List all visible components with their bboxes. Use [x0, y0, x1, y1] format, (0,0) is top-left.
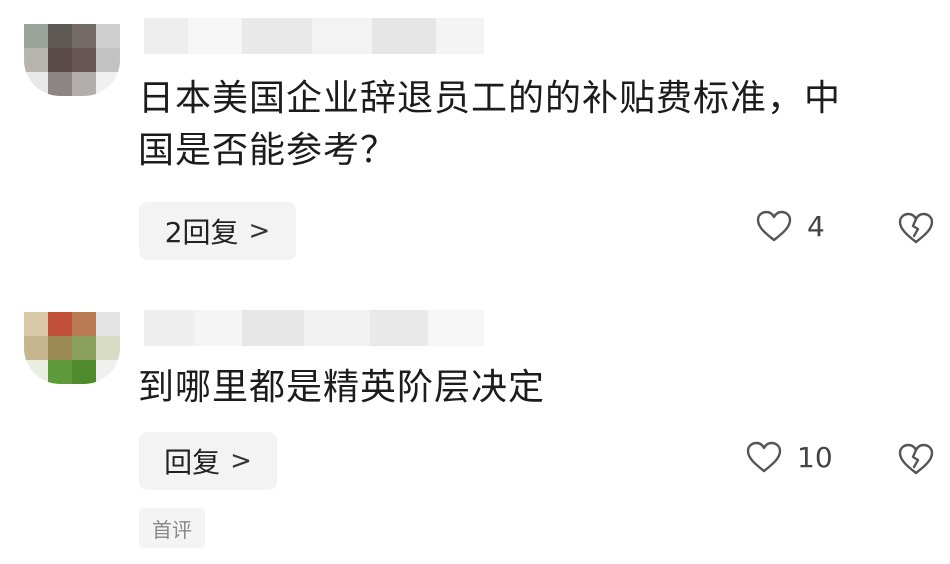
like-button[interactable]: 10	[745, 440, 833, 474]
dislike-button[interactable]	[897, 442, 935, 480]
comment-text-line: 日本美国企业辞退员工的的补贴费标准，中	[138, 78, 842, 119]
first-comment-badge: 首评	[139, 508, 205, 548]
broken-heart-icon	[898, 443, 934, 475]
comment-list: 日本美国企业辞退员工的的补贴费标准，中 国是否能参考？ 2回复 > 4 到哪里都…	[0, 0, 950, 564]
like-count: 10	[797, 440, 833, 474]
avatar[interactable]	[24, 312, 120, 384]
broken-heart-icon	[898, 212, 934, 244]
comment-text-line: 国是否能参考？	[138, 130, 398, 171]
username-blurred[interactable]	[144, 310, 484, 346]
reply-button[interactable]: 2回复 >	[139, 202, 296, 260]
avatar[interactable]	[24, 24, 120, 96]
reply-button[interactable]: 回复 >	[139, 432, 277, 490]
dislike-button[interactable]	[897, 211, 935, 249]
username-blurred[interactable]	[144, 18, 484, 54]
comment-text-line: 到哪里都是精英阶层决定	[138, 367, 546, 408]
reply-label: 回复	[164, 446, 221, 479]
heart-outline-icon	[746, 441, 782, 473]
comment-text: 日本美国企业辞退员工的的补贴费标准，中 国是否能参考？	[138, 73, 918, 177]
like-count: 4	[807, 209, 825, 243]
chevron-right-icon: >	[248, 216, 271, 246]
chevron-right-icon: >	[230, 446, 252, 476]
comment-text: 到哪里都是精英阶层决定	[138, 362, 918, 414]
heart-outline-icon	[756, 210, 792, 242]
reply-label: 2回复	[164, 216, 239, 249]
like-button[interactable]: 4	[755, 209, 825, 243]
